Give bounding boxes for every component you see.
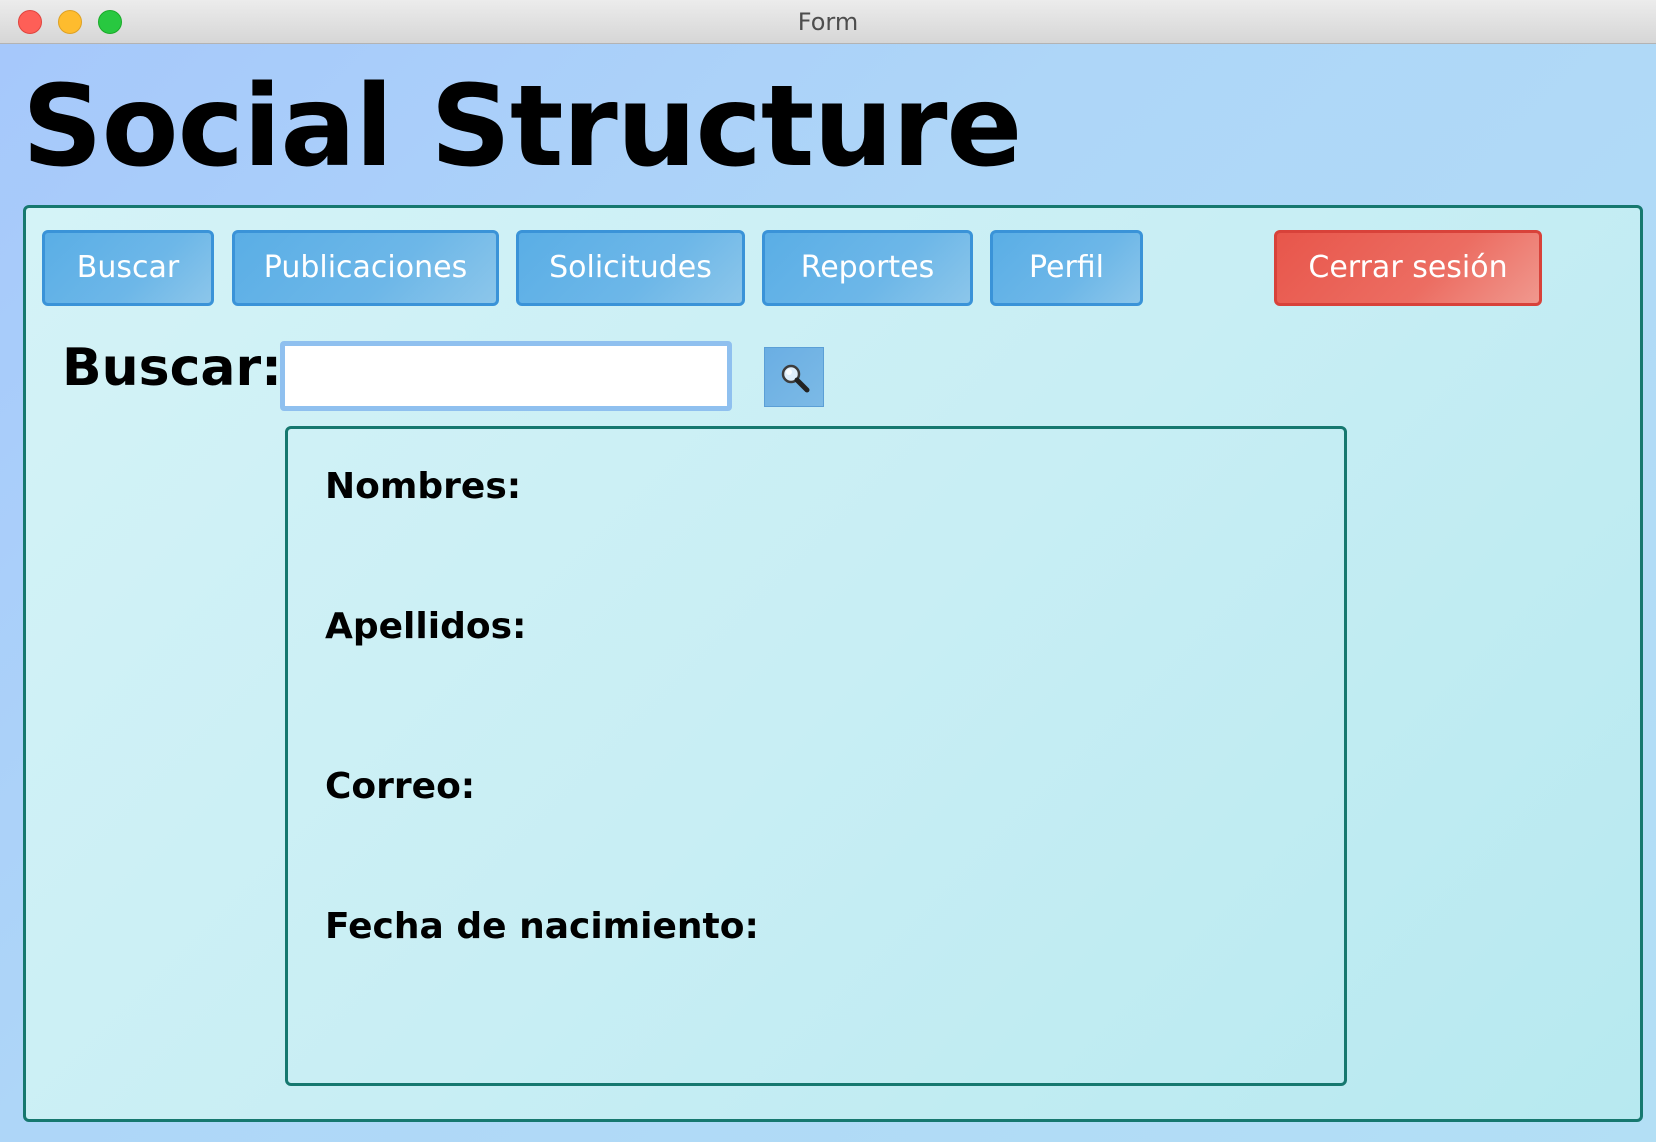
logout-button[interactable]: Cerrar sesión — [1274, 230, 1542, 306]
nav-buscar-button[interactable]: Buscar — [42, 230, 214, 306]
apellidos-label: Apellidos: — [325, 606, 527, 647]
nav-perfil-button[interactable]: Perfil — [990, 230, 1143, 306]
magnifier-icon — [781, 364, 810, 393]
fecha-nacimiento-label: Fecha de nacimiento: — [325, 906, 759, 947]
window-title: Form — [797, 8, 859, 36]
correo-label: Correo: — [325, 766, 476, 807]
nombres-label: Nombres: — [325, 466, 522, 507]
app-window: Form Social Structure Buscar Publicacion… — [0, 0, 1656, 1142]
nav-publicaciones-button[interactable]: Publicaciones — [232, 230, 499, 306]
search-label: Buscar: — [62, 338, 282, 398]
profile-info-box: Nombres: Apellidos: Correo: Fecha de nac… — [285, 426, 1347, 1086]
search-button[interactable] — [764, 347, 824, 407]
app-title: Social Structure — [22, 62, 1022, 192]
search-input[interactable] — [280, 341, 732, 411]
nav-reportes-button[interactable]: Reportes — [762, 230, 973, 306]
main-panel: Buscar Publicaciones Solicitudes Reporte… — [23, 205, 1643, 1122]
main-content: Social Structure Buscar Publicaciones So… — [0, 44, 1656, 1142]
nav-solicitudes-button[interactable]: Solicitudes — [516, 230, 745, 306]
title-bar: Form — [0, 0, 1656, 44]
